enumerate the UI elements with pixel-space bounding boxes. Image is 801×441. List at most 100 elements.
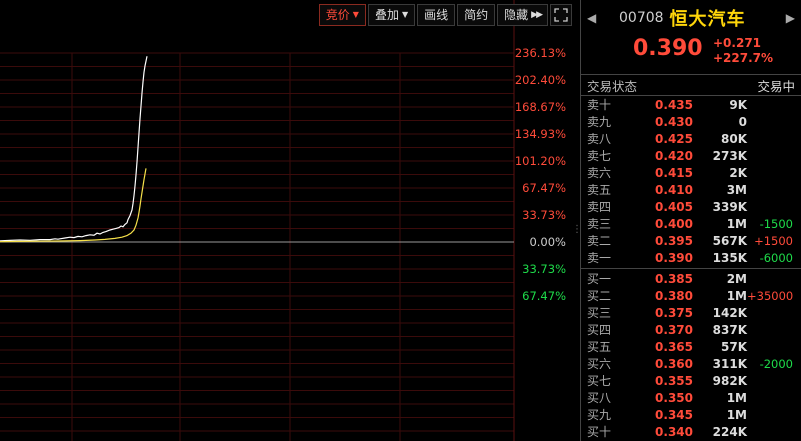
y-tick-label-up: 236.13% [515, 46, 566, 60]
level-label: 买十 [587, 425, 612, 439]
level-label: 卖五 [587, 183, 612, 197]
change-amount: +0.271 [713, 36, 762, 50]
y-tick-label-up: 67.47% [522, 181, 566, 195]
bid-level-row[interactable]: 买一 0.385 2M [581, 270, 801, 287]
overlay-button[interactable]: 叠加 ▼ [367, 4, 416, 26]
level-price: 0.350 [655, 390, 693, 405]
ask-level-row[interactable]: 卖八 0.425 80K [581, 130, 801, 147]
auction-button[interactable]: 竞价 ▼ [318, 4, 366, 26]
level-price: 0.395 [655, 233, 693, 248]
quote-header: ◀ 00708 恒大汽车 ▶ [581, 0, 801, 36]
y-tick-label-up: 101.20% [515, 154, 566, 168]
level-volume: 837K [712, 322, 747, 337]
level-price: 0.390 [655, 250, 693, 265]
level-label: 卖三 [587, 217, 612, 231]
trading-status-bar: 交易状态 交易中 [581, 74, 801, 96]
bid-level-row[interactable]: 买四 0.370 837K [581, 321, 801, 338]
price-row: 0.390 +0.271 +227.7% [581, 36, 801, 70]
bid-level-row[interactable]: 买六 0.360 311K -2000 [581, 355, 801, 372]
level-volume: 273K [712, 148, 747, 163]
ask-level-row[interactable]: 卖五 0.410 3M [581, 181, 801, 198]
quote-panel: ◀ 00708 恒大汽车 ▶ 0.390 +0.271 +227.7% 交易状态… [580, 0, 801, 441]
change-percent: +227.7% [713, 51, 774, 65]
level-volume: 311K [712, 356, 747, 371]
bid-level-row[interactable]: 买十 0.340 224K [581, 423, 801, 440]
bid-level-row[interactable]: 买九 0.345 1M [581, 406, 801, 423]
y-tick-label-zero: 0.00% [529, 235, 566, 249]
ask-level-row[interactable]: 卖二 0.395 567K +1500 [581, 232, 801, 249]
level-label: 买六 [587, 357, 612, 371]
level-volume: 57K [721, 339, 747, 354]
ask-level-row[interactable]: 卖七 0.420 273K [581, 147, 801, 164]
ask-level-row[interactable]: 卖六 0.415 2K [581, 164, 801, 181]
level-label: 卖四 [587, 200, 612, 214]
bid-level-row[interactable]: 买八 0.350 1M [581, 389, 801, 406]
level-price: 0.425 [655, 131, 693, 146]
level-price: 0.405 [655, 199, 693, 214]
price-line [0, 56, 148, 242]
stock-name: 恒大汽车 [669, 9, 746, 30]
ask-level-row[interactable]: 卖三 0.400 1M -1500 [581, 215, 801, 232]
level-price: 0.435 [655, 97, 693, 112]
level-price: 0.340 [655, 424, 693, 439]
level-volume: 1M [726, 216, 747, 231]
level-change: -2000 [759, 356, 793, 371]
bid-level-row[interactable]: 买二 0.380 1M +35000 [581, 287, 801, 304]
level-label: 买一 [587, 272, 612, 286]
fullscreen-icon[interactable] [550, 4, 572, 26]
level-volume: 0 [738, 114, 747, 129]
level-label: 买五 [587, 340, 612, 354]
bid-level-row[interactable]: 买五 0.365 57K [581, 338, 801, 355]
prev-stock-icon[interactable]: ◀ [587, 11, 601, 25]
ask-level-row[interactable]: 卖四 0.405 339K [581, 198, 801, 215]
ask-level-row[interactable]: 卖一 0.390 135K -6000 [581, 249, 801, 266]
level-price: 0.380 [655, 288, 693, 303]
level-change: +35000 [747, 288, 794, 303]
last-price: 0.390 [633, 36, 703, 61]
draw-line-button[interactable]: 画线 [417, 4, 456, 26]
level-volume: 982K [712, 373, 747, 388]
level-volume: 135K [712, 250, 747, 265]
level-label: 卖九 [587, 115, 612, 129]
level-label: 买七 [587, 374, 612, 388]
ask-level-row[interactable]: 卖十 0.435 9K [581, 96, 801, 113]
level-volume: 567K [712, 233, 747, 248]
bid-level-row[interactable]: 买三 0.375 142K [581, 304, 801, 321]
ask-level-row[interactable]: 卖九 0.430 0 [581, 113, 801, 130]
average-price-line [0, 168, 147, 243]
bid-level-row[interactable]: 买七 0.355 982K [581, 372, 801, 389]
level-change: +1500 [754, 233, 793, 248]
status-value: 交易中 [757, 78, 795, 94]
y-tick-label-down: 33.73% [522, 262, 566, 276]
level-price: 0.415 [655, 165, 693, 180]
brief-label: 简约 [464, 8, 489, 22]
level-price: 0.385 [655, 271, 693, 286]
brief-button[interactable]: 简约 [457, 4, 496, 26]
hide-label: 隐藏 [504, 8, 529, 22]
level-label: 卖一 [587, 251, 612, 265]
chart-toolbar: 竞价 ▼ 叠加 ▼ 画线 简约 隐藏 ▶▶ [318, 4, 572, 26]
resize-handle[interactable]: ⋮ [572, 220, 582, 240]
price-change: +0.271 +227.7% [713, 36, 773, 66]
ask-order-book: 卖十 0.435 9K 卖九 0.430 0 卖八 0.425 80K 卖七 0.420 273K 卖六… [581, 96, 801, 266]
intraday-chart: 236.13% 202.40% 168.67% 134.93% 101.20% 67.47… [0, 0, 566, 441]
level-label: 卖六 [587, 166, 612, 180]
level-change: -6000 [759, 250, 793, 265]
level-volume: 2K [729, 165, 747, 180]
y-tick-label-up: 168.67% [515, 100, 566, 114]
y-tick-label-up: 202.40% [515, 73, 566, 87]
level-price: 0.375 [655, 305, 693, 320]
level-label: 买四 [587, 323, 612, 337]
level-price: 0.360 [655, 356, 693, 371]
overlay-label: 叠加 [374, 8, 399, 22]
level-label: 买八 [587, 391, 612, 405]
hide-button[interactable]: 隐藏 ▶▶ [497, 4, 548, 26]
level-volume: 339K [712, 199, 747, 214]
double-chevron-right-icon: ▶▶ [531, 10, 543, 20]
level-change: -1500 [759, 216, 793, 231]
level-volume: 2M [726, 271, 747, 286]
y-tick-label-down: 67.47% [522, 289, 566, 303]
next-stock-icon[interactable]: ▶ [786, 11, 795, 25]
level-volume: 142K [712, 305, 747, 320]
level-volume: 224K [712, 424, 747, 439]
